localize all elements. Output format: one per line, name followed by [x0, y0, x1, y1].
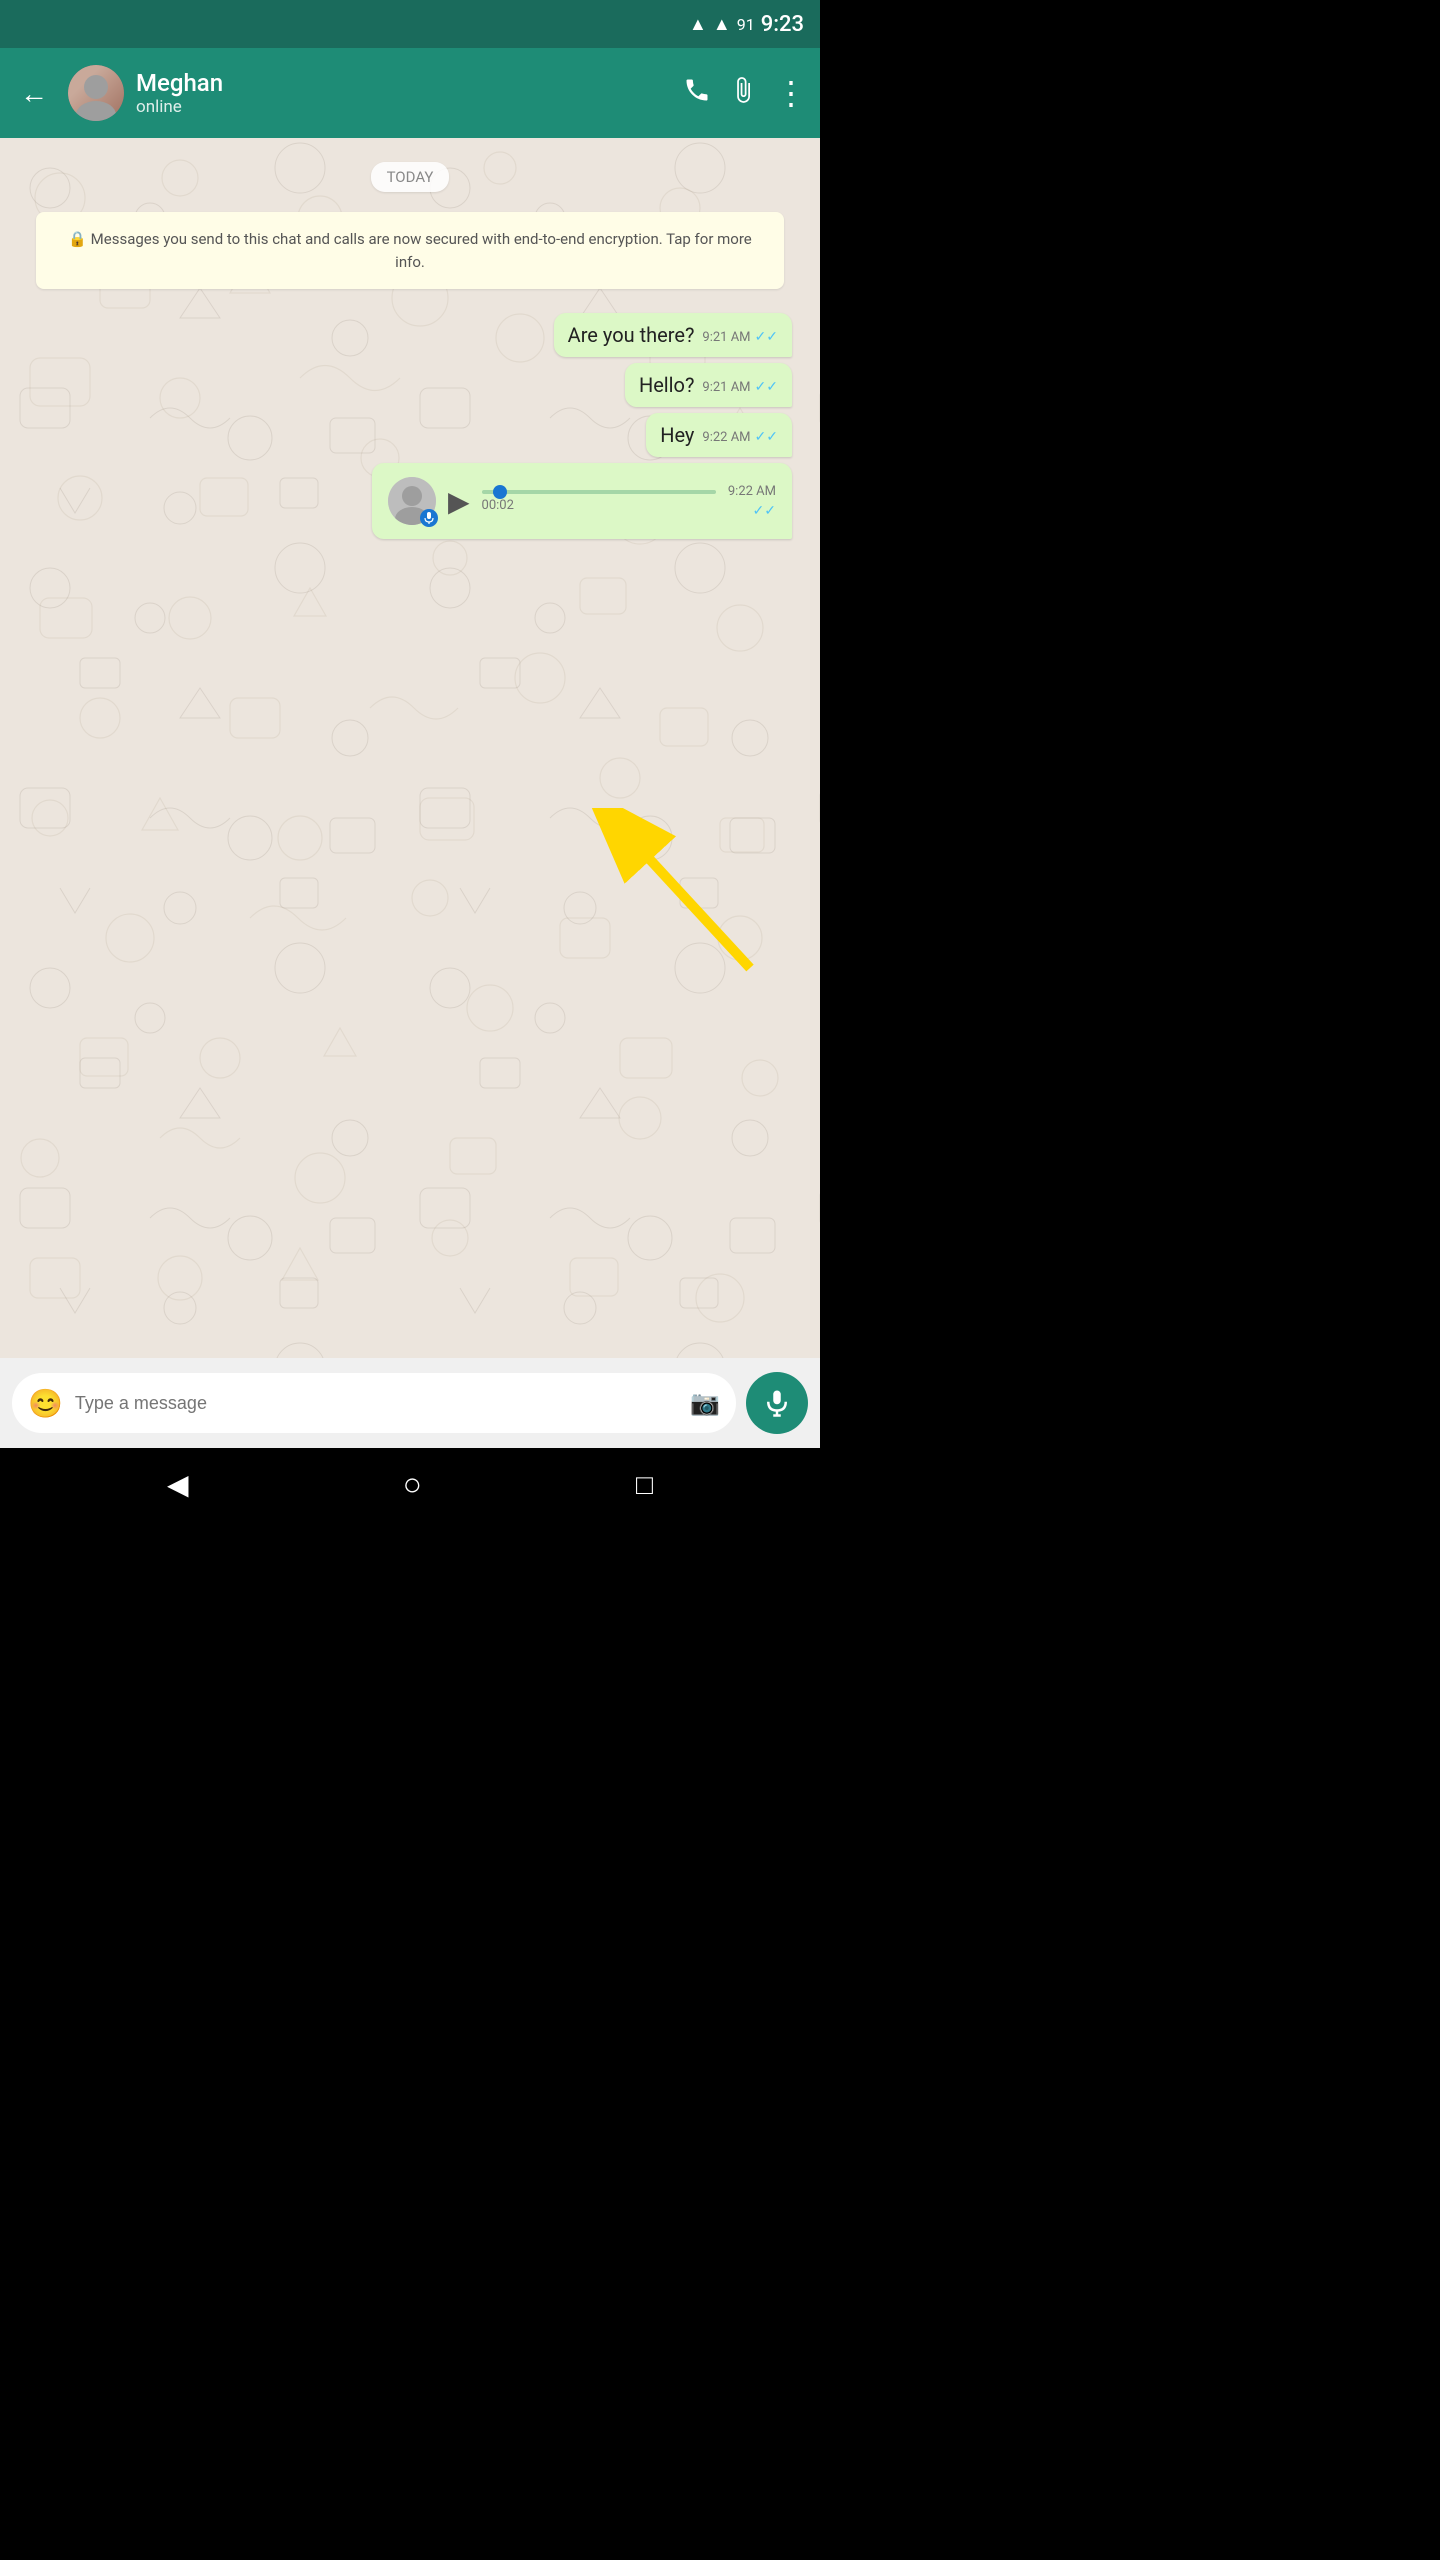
more-icon[interactable]: ⋮: [775, 74, 808, 112]
messages-container: Are you there? 9:21 AM ✓✓ Hello? 9:21 AM…: [16, 313, 804, 539]
message-text-3: Hey: [660, 423, 694, 447]
message-3: Hey 9:22 AM ✓✓: [646, 413, 792, 457]
nav-home-button[interactable]: ○: [403, 1465, 422, 1503]
encryption-notice[interactable]: 🔒 Messages you send to this chat and cal…: [36, 212, 784, 289]
status-bar: ▲ ▲ 91 9:23: [0, 0, 820, 48]
message-meta-2: 9:21 AM ✓✓: [702, 379, 778, 395]
voice-waveform: 00:02: [482, 490, 716, 513]
nav-back-button[interactable]: ◀: [167, 1468, 189, 1501]
message-time-2: 9:21 AM: [702, 380, 750, 395]
input-bar: 😊 📷: [0, 1358, 820, 1448]
voice-bubble[interactable]: ▶ 00:02 9:22 AM ✓✓: [372, 463, 792, 539]
message-bubble-1[interactable]: Are you there? 9:21 AM ✓✓: [554, 313, 792, 357]
voice-check-icon: ✓✓: [753, 503, 776, 519]
status-icons: ▲ ▲ 91 9:23: [689, 12, 804, 37]
input-field[interactable]: 😊 📷: [12, 1373, 736, 1433]
play-button[interactable]: ▶: [448, 485, 470, 518]
chat-content: TODAY 🔒 Messages you send to this chat a…: [0, 138, 820, 1358]
mic-badge: [420, 509, 438, 527]
message-meta-3: 9:22 AM ✓✓: [702, 429, 778, 445]
nav-recent-button[interactable]: □: [636, 1468, 653, 1501]
voice-time: 9:22 AM: [728, 484, 776, 499]
mic-button[interactable]: [746, 1372, 808, 1434]
message-bubble-3[interactable]: Hey 9:22 AM ✓✓: [646, 413, 792, 457]
date-badge: TODAY: [371, 162, 450, 192]
voice-meta: 9:22 AM ✓✓: [728, 484, 776, 519]
contact-status: online: [136, 97, 671, 117]
attach-icon[interactable]: [729, 76, 757, 111]
camera-button[interactable]: 📷: [690, 1389, 720, 1417]
message-input[interactable]: [75, 1393, 678, 1414]
contact-name: Meghan: [136, 69, 671, 97]
voice-duration: 00:02: [482, 498, 716, 513]
message-text-1: Are you there?: [568, 323, 695, 347]
message-meta-1: 9:21 AM ✓✓: [702, 329, 778, 345]
double-check-icon-2: ✓✓: [755, 379, 778, 395]
wifi-icon: ▲: [689, 14, 707, 35]
arrow-annotation: [570, 808, 770, 992]
message-time-3: 9:22 AM: [702, 430, 750, 445]
waveform-track: [482, 490, 716, 494]
double-check-icon-3: ✓✓: [755, 429, 778, 445]
waveform-dot: [493, 485, 507, 499]
message-time-1: 9:21 AM: [702, 330, 750, 345]
voice-avatar: [388, 477, 436, 525]
contact-info[interactable]: Meghan online: [136, 69, 671, 117]
message-bubble-2[interactable]: Hello? 9:21 AM ✓✓: [625, 363, 792, 407]
battery-label: 91: [737, 15, 755, 34]
double-check-icon-1: ✓✓: [755, 329, 778, 345]
chat-header: ← Meghan online ⋮: [0, 48, 820, 138]
status-time: 9:23: [761, 12, 804, 37]
chat-area: TODAY 🔒 Messages you send to this chat a…: [0, 138, 820, 1358]
header-actions: ⋮: [683, 74, 808, 112]
phone-icon[interactable]: [683, 76, 711, 111]
nav-bar: ◀ ○ □: [0, 1448, 820, 1520]
message-text-2: Hello?: [639, 373, 694, 397]
emoji-button[interactable]: 😊: [28, 1387, 63, 1420]
message-1: Are you there? 9:21 AM ✓✓: [554, 313, 792, 357]
back-button[interactable]: ←: [12, 69, 56, 118]
voice-message: ▶ 00:02 9:22 AM ✓✓: [372, 463, 792, 539]
avatar-image: [68, 65, 124, 121]
avatar[interactable]: [68, 65, 124, 121]
message-2: Hello? 9:21 AM ✓✓: [625, 363, 792, 407]
lock-icon: 🔒: [68, 230, 87, 248]
encryption-text: Messages you send to this chat and calls…: [91, 230, 752, 271]
signal-icon: ▲: [713, 14, 731, 35]
